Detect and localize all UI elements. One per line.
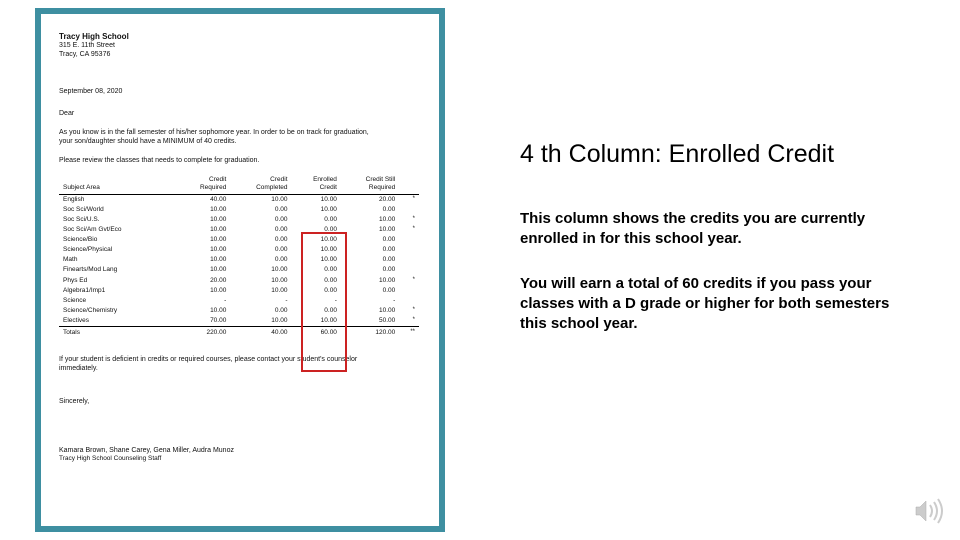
letter-date: September 08, 2020: [59, 88, 421, 97]
col-still: Credit Still Required: [341, 175, 399, 194]
credits-table: Subject Area Credit Required Credit Comp…: [59, 175, 419, 338]
col-enrolled: Enrolled Credit: [292, 175, 341, 194]
body-line-2: your son/daughter should have a MINIMUM …: [59, 138, 419, 147]
body-line-1: As you know is in the fall semester of h…: [59, 129, 419, 138]
letter-body: As you know is in the fall semester of h…: [59, 129, 419, 147]
school-address-2: Tracy, CA 95376: [59, 51, 421, 60]
school-name: Tracy High School: [59, 32, 421, 42]
panel-paragraph-2: You will earn a total of 60 credits if y…: [520, 274, 900, 335]
signature-block: Kamara Brown, Shane Carey, Gena Miller, …: [59, 447, 421, 464]
letterhead: Tracy High School 315 E. 11th Street Tra…: [59, 32, 421, 60]
table-row: Math10.000.0010.000.00: [59, 255, 419, 265]
signers: Kamara Brown, Shane Carey, Gena Miller, …: [59, 447, 421, 456]
footer-line-2: immediately.: [59, 365, 98, 372]
table-row: Soc Sci/Am Gvt/Eco10.000.000.0010.00*: [59, 225, 419, 235]
table-totals-row: Totals220.0040.0060.00120.00**: [59, 327, 419, 339]
letter-document: Tracy High School 315 E. 11th Street Tra…: [35, 8, 445, 532]
panel-heading: 4 th Column: Enrolled Credit: [520, 140, 920, 169]
col-required: Credit Required: [177, 175, 230, 194]
table-row: Finearts/Mod Lang10.0010.000.000.00: [59, 265, 419, 275]
letter-greeting: Dear: [59, 110, 421, 119]
col-completed: Credit Completed: [230, 175, 291, 194]
table-row: Science----: [59, 296, 419, 306]
table-row: Soc Sci/U.S.10.000.000.0010.00*: [59, 215, 419, 225]
col-subject: Subject Area: [59, 175, 177, 194]
table-row: Science/Chemistry10.000.000.0010.00*: [59, 306, 419, 316]
table-row: Science/Physical10.000.0010.000.00: [59, 245, 419, 255]
speaker-icon: [914, 497, 946, 530]
sincerely: Sincerely,: [59, 398, 421, 407]
school-address-1: 315 E. 11th Street: [59, 42, 421, 51]
table-row: Science/Bio10.000.0010.000.00: [59, 235, 419, 245]
review-line: Please review the classes that needs to …: [59, 157, 421, 166]
panel-paragraph-1: This column shows the credits you are cu…: [520, 209, 900, 250]
footer-note: If your student is deficient in credits …: [59, 356, 419, 374]
signature-title: Tracy High School Counseling Staff: [59, 455, 421, 463]
table-row: Electives70.0010.0010.0050.00*: [59, 316, 419, 327]
table-row: Soc Sci/World10.000.0010.000.00: [59, 205, 419, 215]
explanation-panel: 4 th Column: Enrolled Credit This column…: [480, 0, 960, 540]
table-row: Algebra1/Imp110.0010.000.000.00: [59, 286, 419, 296]
footer-line-1: If your student is deficient in credits …: [59, 356, 357, 363]
table-row: Phys Ed20.0010.000.0010.00*: [59, 276, 419, 286]
table-row: English40.0010.0010.0020.00*: [59, 194, 419, 205]
